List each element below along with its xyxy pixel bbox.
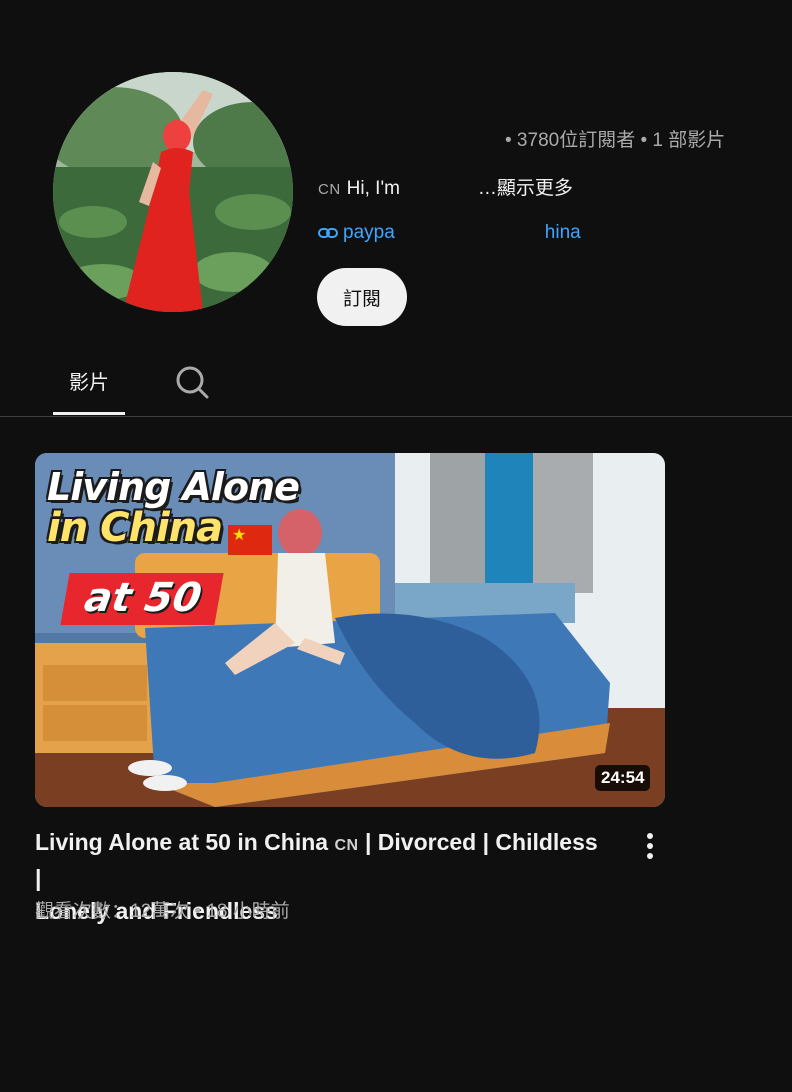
tab-videos[interactable]: 影片 [53,366,125,395]
video-title-flag: CN [334,837,359,854]
link-icon [318,228,338,238]
subscribe-button[interactable]: 訂閱 [317,268,407,326]
search-icon[interactable] [172,362,212,402]
about-redacted [399,178,478,196]
avatar-image [53,72,293,312]
video-meta: 觀看次數：12萬次 • 18 小時前 [35,901,290,922]
video-title-part-1: Living Alone at 50 in China [35,829,329,855]
video-duration-badge: 24:54 [595,765,651,791]
link-text-end: hina [544,222,581,243]
video-thumbnail[interactable]: Living Alone in China at 50 [35,453,665,807]
cn-flag-text: CN [318,181,341,198]
channel-about[interactable]: CN Hi, I'm …顯示更多 [318,173,573,200]
link-redacted [395,224,545,242]
channel-avatar[interactable] [53,72,293,312]
more-vert-icon[interactable] [636,830,664,862]
thumbnail-age-badge: at 50 [60,573,224,625]
tabs-divider [0,416,792,417]
link-text-start: paypa [343,222,395,243]
channel-link[interactable]: paypa hina [318,222,581,244]
tab-videos-underline [53,412,125,415]
show-more-link[interactable]: 顯示更多 [497,178,573,199]
channel-name-redacted [318,127,498,147]
about-ellipsis: … [477,178,497,199]
channel-subscriber-meta: • 3780位訂閱者 • 1 部影片 [505,130,726,151]
thumbnail-line-1: Living Alone [47,465,300,509]
about-text: Hi, I'm [346,178,400,199]
cn-flag-icon [228,525,272,555]
